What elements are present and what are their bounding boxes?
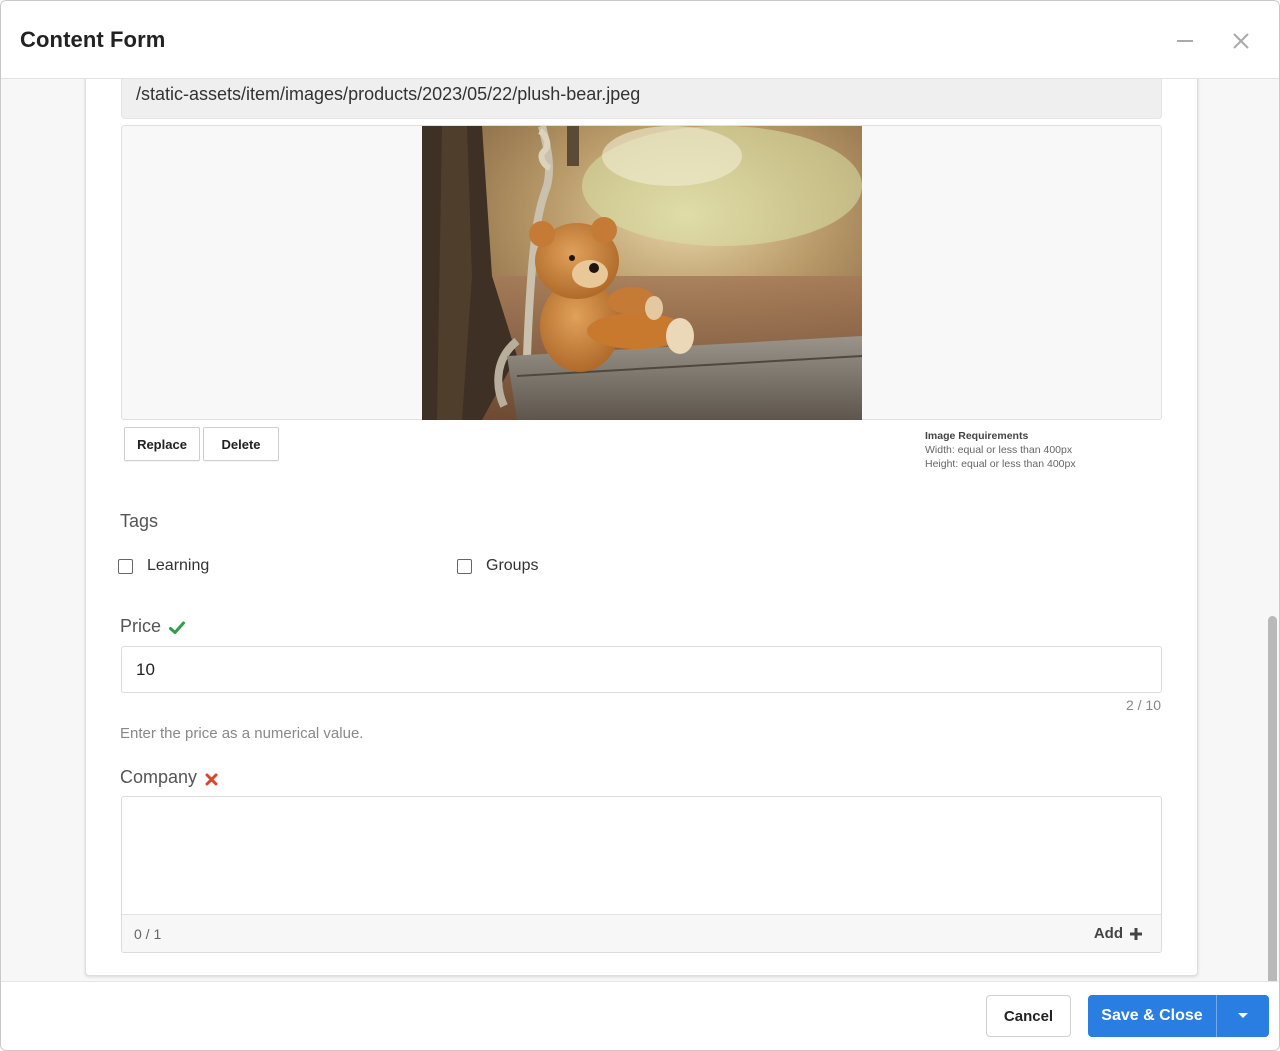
company-label-row: Company xyxy=(120,767,218,788)
dialog-header: Content Form xyxy=(1,1,1279,79)
price-label-row: Price xyxy=(120,616,186,637)
save-options-dropdown-button[interactable] xyxy=(1217,995,1269,1037)
tag-checkbox-groups[interactable]: Groups xyxy=(457,557,538,575)
plus-icon xyxy=(1130,927,1142,940)
minimize-icon xyxy=(1177,40,1193,42)
close-button[interactable] xyxy=(1223,23,1259,59)
image-requirements-height: Height: equal or less than 400px xyxy=(925,458,1076,470)
save-button-group: Save & Close xyxy=(1088,995,1269,1037)
checkbox[interactable] xyxy=(118,558,133,574)
image-preview xyxy=(422,126,862,420)
tags-label: Tags xyxy=(120,511,159,531)
dialog-footer: Cancel Save & Close xyxy=(1,981,1279,1050)
company-label: Company xyxy=(120,767,198,787)
image-path-field: /static-assets/item/images/products/2023… xyxy=(121,78,1162,119)
tag-label-groups: Groups xyxy=(486,557,539,574)
price-help-text: Enter the price as a numerical value. xyxy=(120,725,364,742)
form-card: /static-assets/item/images/products/2023… xyxy=(85,61,1198,976)
replace-image-button[interactable]: Replace xyxy=(124,427,200,461)
x-icon xyxy=(205,773,218,785)
check-icon xyxy=(169,621,186,634)
save-and-close-button[interactable]: Save & Close xyxy=(1088,995,1216,1037)
price-char-counter: 2 / 10 xyxy=(1125,697,1161,713)
company-selector-footer: 0 / 1 Add xyxy=(122,914,1161,952)
image-requirements: Image Requirements Width: equal or less … xyxy=(925,429,1076,471)
delete-image-button[interactable]: Delete xyxy=(203,427,279,461)
scrollbar-thumb[interactable] xyxy=(1268,616,1277,1031)
price-label: Price xyxy=(120,616,162,636)
minimize-button[interactable] xyxy=(1167,23,1203,59)
dialog-title: Content Form xyxy=(20,27,166,52)
content-form-dialog: Content Form /static-assets/item/images/… xyxy=(0,0,1280,1051)
company-count: 0 / 1 xyxy=(134,925,162,942)
image-requirements-title: Image Requirements xyxy=(925,430,1029,442)
checkbox[interactable] xyxy=(457,558,472,574)
company-add-button[interactable]: Add xyxy=(1094,925,1143,942)
teddy-bear-image xyxy=(422,126,862,420)
cancel-button[interactable]: Cancel xyxy=(986,995,1071,1037)
tag-checkbox-learning[interactable]: Learning xyxy=(118,557,209,575)
caret-down-icon xyxy=(1238,1013,1248,1018)
tag-label-learning: Learning xyxy=(147,557,210,574)
image-preview-box xyxy=(121,125,1162,420)
company-add-label: Add xyxy=(1093,925,1123,942)
image-requirements-width: Width: equal or less than 400px xyxy=(925,444,1073,456)
price-input[interactable]: 10 xyxy=(121,646,1162,693)
company-selector[interactable]: 0 / 1 Add xyxy=(121,796,1162,953)
close-icon xyxy=(1233,33,1249,49)
